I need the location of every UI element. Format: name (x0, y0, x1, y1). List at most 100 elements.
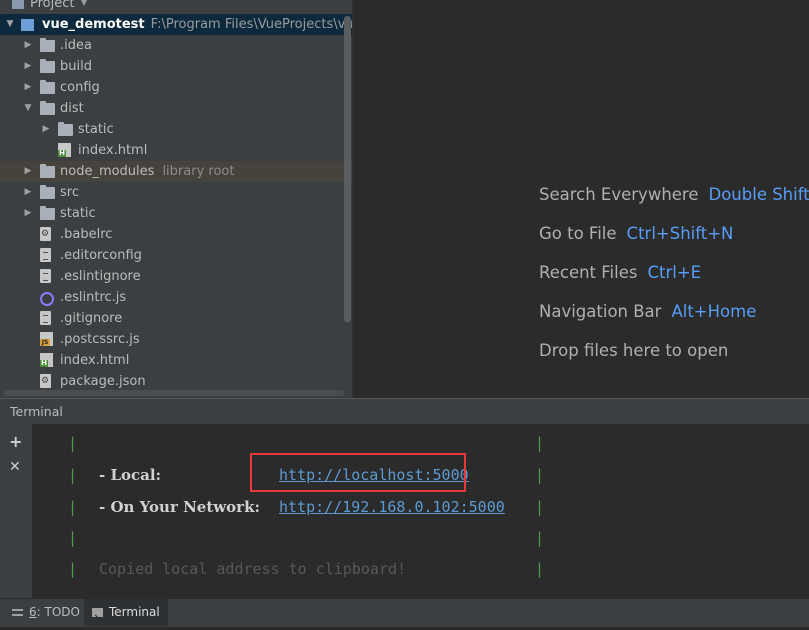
chevron-right-icon[interactable]: ▶ (41, 119, 51, 140)
text-file-icon (40, 248, 51, 262)
tree-item[interactable]: ▼ dist (0, 98, 352, 119)
tree-item[interactable]: .postcssrc.js (0, 329, 352, 350)
chevron-down-icon[interactable]: ▼ (80, 0, 87, 8)
chevron-right-icon[interactable]: ▶ (23, 56, 33, 77)
project-horizontal-scrollbar[interactable] (4, 390, 344, 396)
chevron-down-icon[interactable]: ▼ (23, 98, 33, 119)
folder-icon (40, 40, 55, 52)
folder-icon (40, 61, 55, 73)
hint-text: Drop files here to open (539, 341, 728, 360)
chevron-down-icon[interactable]: ▼ (5, 14, 15, 35)
editor-empty-area: Search Everywhere Double Shift Go to File… (352, 0, 809, 398)
module-icon (21, 19, 34, 31)
tree-item-label: node_modules (60, 164, 154, 179)
tree-item-label: dist (60, 101, 84, 116)
tree-item[interactable]: ▶ build (0, 56, 352, 77)
todo-tab[interactable]: 6: TODO (4, 599, 88, 626)
chevron-right-icon[interactable]: ▶ (23, 182, 33, 203)
tree-item[interactable]: ▶ static (0, 203, 352, 224)
tree-item-label: config (60, 80, 100, 95)
tree-item[interactable]: .babelrc (0, 224, 352, 245)
tree-item-label-wrap: static (78, 119, 114, 140)
tree-item-label: build (60, 59, 92, 74)
chevron-right-icon[interactable]: ▶ (23, 161, 33, 182)
project-panel: Project ▼ ▼ vue_demotest F:\Program Files… (0, 0, 352, 398)
project-view-header[interactable]: Project ▼ (0, 0, 352, 13)
new-session-button[interactable]: + (9, 434, 22, 450)
hint-text: Search Everywhere (539, 185, 699, 204)
tree-item-label-wrap: dist (60, 98, 84, 119)
terminal-title: Terminal (10, 404, 63, 419)
hint-go-to-file: Go to FileCtrl+Shift+N (539, 224, 733, 243)
tree-item[interactable]: ▶ config (0, 77, 352, 98)
hint-recent-files: Recent FilesCtrl+E (539, 263, 701, 282)
terminal-output[interactable]: | | | - Local: http://localhost:5000 | |… (33, 424, 809, 598)
tree-item[interactable]: ▶ static (0, 119, 352, 140)
tree-item-label-wrap: src (60, 182, 79, 203)
tree-item-hint: library root (162, 164, 234, 179)
border-left: | (68, 434, 77, 452)
tree-item-label: .eslintrc.js (60, 290, 126, 305)
hint-drop-files: Drop files here to open (539, 341, 728, 360)
terminal-header[interactable]: Terminal (0, 398, 809, 426)
tree-item-label: .gitignore (60, 311, 122, 326)
hint-search-everywhere: Search Everywhere Double Shift (539, 185, 809, 204)
hint-shortcut[interactable]: Ctrl+E (647, 263, 701, 282)
tree-item-label-wrap: static (60, 203, 96, 224)
border-right: | (535, 466, 544, 484)
annotation-highlight-box (250, 453, 466, 492)
root-path: F:\Program Files\VueProjects\vue_dem (151, 17, 352, 32)
terminal-icon (92, 608, 103, 617)
tree-root-item[interactable]: ▼ vue_demotest F:\Program Files\VueProjec… (0, 14, 352, 35)
hint-shortcut[interactable]: Double Shift (709, 185, 809, 204)
border-right: | (535, 434, 544, 452)
tree-item[interactable]: index.html (0, 140, 352, 161)
chevron-right-icon[interactable]: ▶ (23, 203, 33, 224)
tree-item-label: index.html (78, 143, 147, 158)
hint-shortcut[interactable]: Alt+Home (671, 302, 756, 321)
border-left: | (68, 560, 77, 578)
chevron-right-icon[interactable]: ▶ (23, 77, 33, 98)
tree-item-label-wrap: .idea (60, 35, 92, 56)
chevron-right-icon[interactable]: ▶ (23, 35, 33, 56)
project-vertical-scrollbar[interactable] (344, 16, 351, 322)
tree-item[interactable]: index.html (0, 350, 352, 371)
html-file-icon (58, 143, 71, 157)
tree-item[interactable]: ▶ src (0, 182, 352, 203)
text-file-icon (40, 269, 51, 283)
tree-item-label: .babelrc (60, 227, 112, 242)
tree-item[interactable]: .gitignore (0, 308, 352, 329)
tree-item[interactable]: .eslintrc.js (0, 287, 352, 308)
eslint-icon (40, 292, 54, 306)
js-file-icon (40, 332, 53, 346)
tree-item-label-wrap: .editorconfig (60, 245, 142, 266)
root-name: vue_demotest (42, 17, 145, 32)
hint-shortcut[interactable]: Ctrl+Shift+N (627, 224, 734, 243)
clipboard-message: Copied local address to clipboard! (99, 560, 406, 578)
tree-item[interactable]: .editorconfig (0, 245, 352, 266)
tree-item-label: index.html (60, 353, 129, 368)
todo-number: 6 (29, 605, 37, 619)
terminal-tab-label: Terminal (109, 605, 160, 619)
border-right: | (535, 560, 544, 578)
tree-item[interactable]: .eslintignore (0, 266, 352, 287)
tree-item-label-wrap: index.html (78, 140, 147, 161)
folder-icon (40, 166, 55, 178)
terminal-tab[interactable]: Terminal (84, 599, 168, 626)
network-url-link[interactable]: http://192.168.0.102:5000 (279, 498, 505, 516)
tree-item-label-wrap: .postcssrc.js (60, 329, 140, 350)
hint-text: Navigation Bar (539, 302, 661, 321)
config-file-icon (40, 227, 51, 241)
border-left: | (68, 529, 77, 547)
tree-item-label: src (60, 185, 79, 200)
tree-item-label: .postcssrc.js (60, 332, 140, 347)
tree-item[interactable]: ▶ node_modules library root (0, 161, 352, 182)
project-view-title: Project (30, 0, 74, 11)
close-session-button[interactable]: ✕ (9, 459, 21, 475)
tree-item-label-wrap: node_modules library root (60, 161, 234, 182)
tree-item[interactable]: ▶ .idea (0, 35, 352, 56)
folder-icon (40, 82, 55, 94)
tree-item[interactable]: package.json (0, 371, 352, 392)
border-left: | (68, 498, 77, 516)
tool-window-bar: 6: TODO Terminal (0, 598, 809, 627)
